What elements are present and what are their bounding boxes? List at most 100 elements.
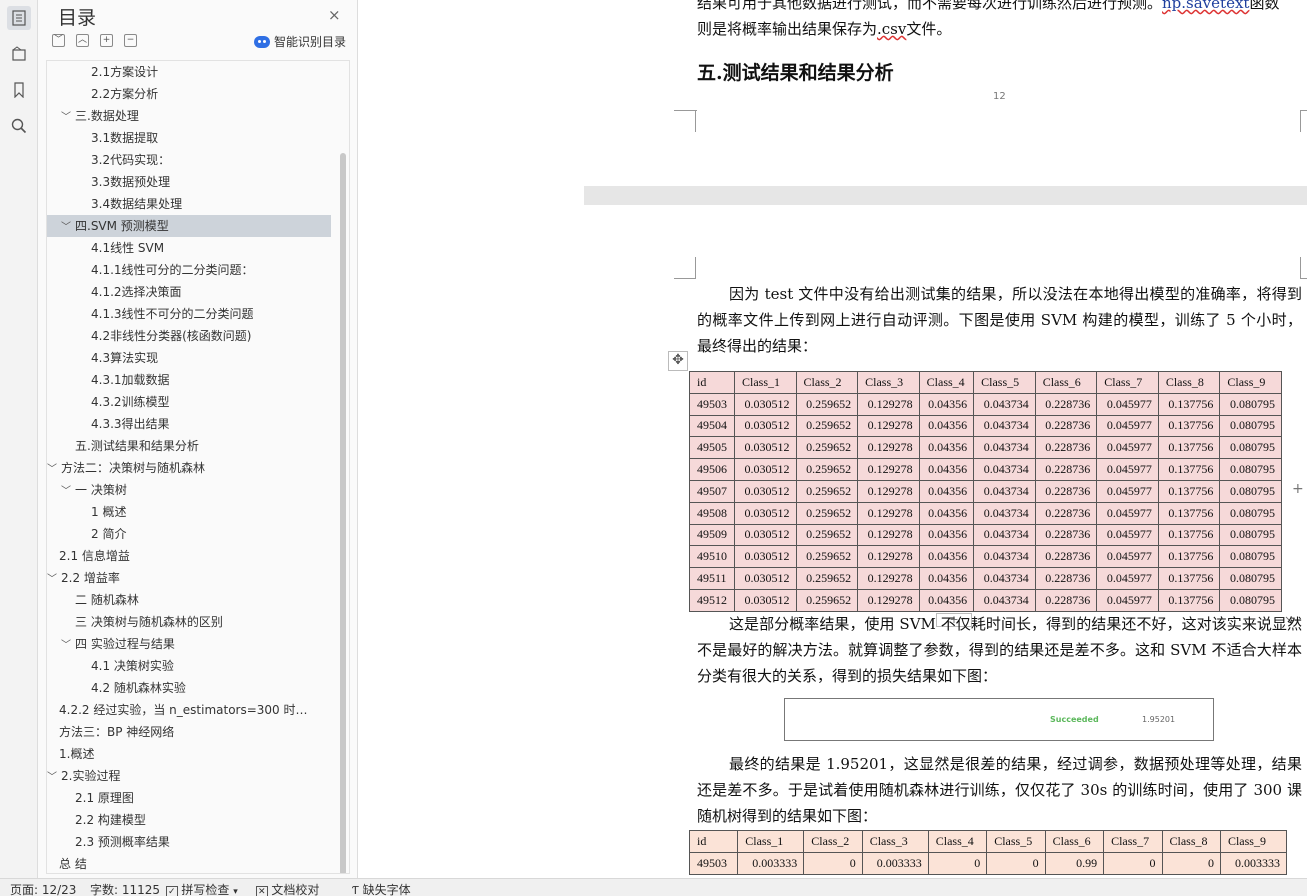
toc-item[interactable]: 4.2.2 经过实验，当 n_estimators=300 时…	[47, 699, 331, 721]
toc-item[interactable]: 4.1.3线性不可分的二分类问题	[47, 303, 331, 325]
table-cell: 49509	[689, 523, 735, 547]
toc-item-label: 4.3算法实现	[91, 351, 159, 365]
remove-heading-icon[interactable]: −	[124, 34, 137, 47]
toc-item[interactable]: ﹀ 方法二：决策树与随机森林	[47, 457, 331, 479]
chevron-down-icon[interactable]: ﹀	[47, 767, 61, 787]
toc-item[interactable]: ﹀ 2.2 增益率	[47, 567, 331, 589]
table-row: 49505 0.030512 0.259652 0.129278 0.04356 0.04…	[689, 436, 1282, 460]
csv-ref: .csv	[877, 20, 907, 38]
toc-item[interactable]: 2.1 原理图	[47, 787, 331, 809]
table-header-cell: Class_4	[918, 371, 975, 394]
toc-item[interactable]: ﹀ 三.数据处理	[47, 105, 331, 127]
table-cell: 0.137756	[1157, 545, 1221, 569]
add-heading-icon[interactable]: +	[100, 34, 113, 47]
page-12: 结果可用于其他数据进行测试，而不需要每次进行训练然后进行预测。np.savete…	[584, 0, 1307, 186]
toc-item[interactable]: ﹀ 四 实验过程与结果	[47, 633, 331, 655]
table-cell: 0.030512	[733, 567, 797, 590]
toc-item[interactable]: 2.2方案分析	[47, 83, 331, 105]
spell-check-toggle[interactable]: ✓ 拼写检查 ▾	[166, 881, 238, 896]
expand-up-icon[interactable]: ︿	[76, 34, 89, 47]
table-cell: 49511	[689, 567, 735, 590]
toc-item[interactable]: ﹀ 2.实验过程	[47, 765, 331, 787]
toc-item[interactable]: 方法三：BP 神经网络	[47, 721, 331, 743]
chevron-down-icon[interactable]: ﹀	[47, 459, 61, 479]
missing-font-button[interactable]: Ƭ 缺失字体	[352, 881, 411, 896]
table-cell: 0.129278	[857, 458, 920, 481]
toc-item[interactable]: 2 简介	[47, 523, 331, 545]
chevron-down-icon[interactable]: ﹀	[61, 481, 75, 501]
toc-item-label: 1.概述	[59, 747, 95, 761]
table-cell: 0.129278	[857, 588, 920, 612]
table-cell: 0.080795	[1219, 414, 1282, 438]
chevron-down-icon[interactable]: ﹀	[61, 107, 75, 127]
toc-item[interactable]: 4.1 决策树实验	[47, 655, 331, 677]
chapter-nav-icon[interactable]	[7, 42, 31, 66]
toc-scrollbar[interactable]	[340, 153, 346, 873]
toc-item[interactable]: 总 结	[47, 853, 331, 873]
toc-item[interactable]: 2.3 预测概率结果	[47, 831, 331, 853]
toc-item[interactable]: 4.2非线性分类器(核函数问题)	[47, 325, 331, 347]
toc-item[interactable]: 4.3.2训练模型	[47, 391, 331, 413]
table-header-cell: Class_4	[927, 830, 988, 853]
paragraph-3: 最终的结果是 1.95201，这显然是很差的结果，经过调参，数据预处理等处理，结…	[697, 755, 1302, 825]
toc-item[interactable]: 1.概述	[47, 743, 331, 765]
toc-item-label: 4.2.2 经过实验，当 n_estimators=300 时…	[59, 703, 308, 717]
table-cell: 49503	[688, 851, 739, 875]
table-cell: 0.043734	[973, 501, 1036, 525]
toc-item[interactable]: 4.2 随机森林实验	[47, 677, 331, 699]
page-indicator[interactable]: 页面: 12/23	[10, 881, 76, 896]
table-cell: 0.259652	[795, 545, 859, 569]
toc-item[interactable]: 五.测试结果和结果分析	[47, 435, 331, 457]
document-margin	[358, 0, 584, 878]
table-cell: 0.04356	[918, 392, 975, 416]
table-cell: 0.030512	[733, 479, 797, 503]
table-cell: 0.228736	[1034, 501, 1098, 525]
toc-item[interactable]: 3.3数据预处理	[47, 171, 331, 193]
toc-item-label: 3.4数据结果处理	[91, 197, 183, 211]
toc-item[interactable]: ﹀ 四.SVM 预测模型	[47, 215, 331, 237]
table-move-handle-icon[interactable]: ✥	[668, 351, 688, 371]
chevron-down-icon[interactable]: ﹀	[47, 569, 61, 589]
table-cell: 0.04356	[918, 436, 975, 460]
table-cell: 0.080795	[1219, 479, 1282, 503]
toc-panel: 目录 × ﹀ ︿ + − 智能识别目录 2.1方案设计 2.2方案分析 ﹀ 三.数据处…	[38, 0, 358, 878]
collapse-all-icon[interactable]: ﹀	[52, 34, 65, 47]
search-icon[interactable]	[7, 114, 31, 138]
toc-item[interactable]: 二 随机森林	[47, 589, 331, 611]
table-cell: 0.259652	[795, 436, 859, 460]
result-status: Succeeded	[1050, 715, 1099, 724]
toc-item[interactable]: 3.2代码实现：	[47, 149, 331, 171]
table-header-cell: id	[688, 830, 739, 853]
table-cell: 0.043734	[973, 458, 1036, 481]
table-cell: 0.137756	[1157, 436, 1221, 460]
toc-item[interactable]: 4.3.1加载数据	[47, 369, 331, 391]
toc-item[interactable]: 4.1线性 SVM	[47, 237, 331, 259]
chevron-down-icon[interactable]: ﹀	[61, 217, 75, 237]
chevron-down-icon[interactable]: ﹀	[61, 635, 75, 655]
table-cell: 0.04356	[918, 588, 975, 612]
add-column-icon[interactable]: +	[1292, 481, 1304, 497]
toc-item[interactable]: 2.1方案设计	[47, 61, 331, 83]
close-icon[interactable]: ×	[328, 6, 341, 24]
toc-item[interactable]: 三 决策树与随机森林的区别	[47, 611, 331, 633]
toc-item[interactable]: 4.1.1线性可分的二分类问题：	[47, 259, 331, 281]
proofread-button[interactable]: ✕ 文档校对	[256, 881, 319, 896]
toc-item-label: 4.2非线性分类器(核函数问题)	[91, 329, 252, 343]
outline-icon[interactable]	[7, 6, 31, 30]
toc-item[interactable]: 2.1 信息增益	[47, 545, 331, 567]
toc-item[interactable]: ﹀ 一 决策树	[47, 479, 331, 501]
toc-item[interactable]: 4.3算法实现	[47, 347, 331, 369]
toc-item[interactable]: 3.1数据提取	[47, 127, 331, 149]
table-cell: 0	[1103, 851, 1163, 875]
toc-item[interactable]: 4.3.3得出结果	[47, 413, 331, 435]
toc-item[interactable]: 1 概述	[47, 501, 331, 523]
table-cell: 0.030512	[733, 414, 797, 438]
toc-item[interactable]: 3.4数据结果处理	[47, 193, 331, 215]
toc-item[interactable]: 4.1.2选择决策面	[47, 281, 331, 303]
ai-recognize-toc-button[interactable]: 智能识别目录	[254, 33, 346, 50]
table-header-cell: Class_9	[1219, 830, 1288, 853]
word-count[interactable]: 字数: 11125	[90, 881, 160, 896]
toc-item[interactable]: 2.2 构建模型	[47, 809, 331, 831]
code-ref: np.savetext	[1162, 0, 1250, 12]
bookmark-icon[interactable]	[7, 78, 31, 102]
